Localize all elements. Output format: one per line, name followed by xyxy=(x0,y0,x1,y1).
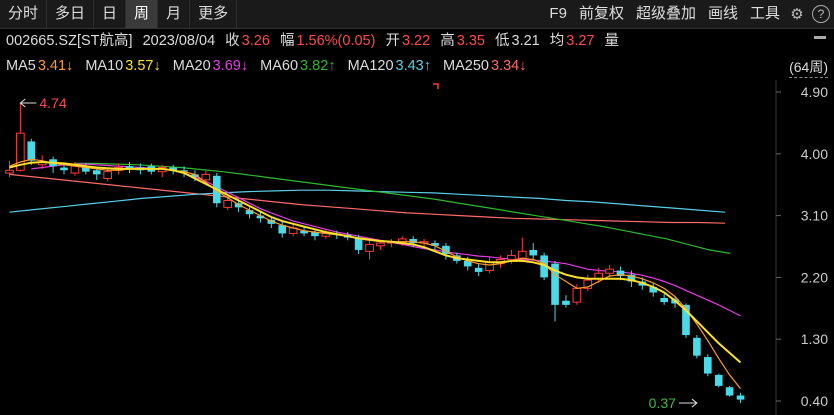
period-count[interactable]: (64周) xyxy=(789,57,828,78)
high-value: 3.35 xyxy=(456,33,485,49)
candle-body xyxy=(201,173,211,181)
ma20-label: MA20 xyxy=(172,58,211,74)
candle-body xyxy=(572,287,582,303)
ma-legend: MA5 3.41↓ MA10 3.57↓ MA20 3.69↓ MA60 3.82↑ M… xyxy=(6,56,534,76)
change-label: 幅 xyxy=(279,33,295,49)
tab-multi-day[interactable]: 多日 xyxy=(47,0,95,28)
ma5-value: 3.41↓ xyxy=(37,58,74,74)
candle-body xyxy=(223,199,233,208)
candle-body xyxy=(703,357,712,374)
y-tick-label: 4.90 xyxy=(801,84,828,100)
stock-code: 002665.SZ[ST航高] xyxy=(6,33,133,49)
close-label: 收 xyxy=(225,33,240,49)
ma250-value: 3.34↓ xyxy=(490,58,527,74)
open-label: 开 xyxy=(385,33,400,49)
candle-body xyxy=(485,261,494,272)
ma20-line xyxy=(31,163,741,317)
candle-body xyxy=(605,268,614,274)
candle-body xyxy=(376,242,385,247)
ma120-value: 3.43↑ xyxy=(395,58,431,74)
candle-body xyxy=(70,165,80,174)
toolbar: F9 前复权 超级叠加 画线 工具 ⚙ ? xyxy=(543,0,830,28)
crosshair-marker xyxy=(433,83,439,89)
ma10-line xyxy=(9,160,742,364)
volume-label: 量 xyxy=(604,33,620,49)
candle-body xyxy=(5,169,14,174)
f9-button[interactable]: F9 xyxy=(543,0,573,28)
y-tick-label: 0.40 xyxy=(801,393,828,409)
candle-body xyxy=(365,243,374,252)
candle-body xyxy=(736,395,745,400)
candle-body xyxy=(92,170,101,175)
candle-body xyxy=(507,254,516,261)
ma60-label: MA60 xyxy=(260,58,299,74)
change-value: 1.56%(0.05) xyxy=(296,33,376,49)
ma250-label: MA250 xyxy=(443,58,489,74)
avg-label: 均 xyxy=(549,33,565,49)
draw-line-button[interactable]: 画线 xyxy=(702,0,744,28)
candle-body xyxy=(60,167,68,171)
low-annotation-label: 0.37 xyxy=(649,395,676,411)
tab-monthly[interactable]: 月 xyxy=(158,0,191,28)
candle-body xyxy=(103,171,112,180)
tab-intraday[interactable]: 分时 xyxy=(0,0,48,28)
super-overlay-button[interactable]: 超级叠加 xyxy=(630,0,702,28)
ma60-value: 3.82↑ xyxy=(300,58,336,74)
close-value: 3.26 xyxy=(241,33,270,49)
quote-info-bar: 002665.SZ[ST航高] 2023/08/04 收 3.26 幅 1.56%(… xyxy=(6,30,625,52)
low-label: 低 xyxy=(495,33,510,49)
ma5-line xyxy=(9,158,741,389)
candle-body xyxy=(562,300,570,305)
tools-button[interactable]: 工具 xyxy=(744,0,786,28)
gear-icon[interactable]: ⚙ xyxy=(786,3,808,25)
ma120-label: MA120 xyxy=(347,58,394,74)
tab-weekly[interactable]: 周 xyxy=(126,0,159,28)
open-value: 3.22 xyxy=(401,33,431,49)
candle-body xyxy=(474,267,483,272)
candlestick-chart[interactable]: 4.90 4.00 3.10 2.20 1.30 0.40 4.74 0.37 xyxy=(0,80,834,415)
forward-adjust-button[interactable]: 前复权 xyxy=(573,0,630,28)
ma5-label: MA5 xyxy=(6,58,36,74)
ma250-line xyxy=(9,173,726,224)
y-tick-label: 4.00 xyxy=(801,146,828,162)
candle-body xyxy=(660,298,668,303)
y-tick-label: 3.10 xyxy=(801,208,828,224)
candle-body xyxy=(517,250,527,259)
ma10-value: 3.57↓ xyxy=(125,58,161,74)
period-tab-bar: 分时 多日 日 周 月 更多 F9 前复权 超级叠加 画线 工具 ⚙ ? xyxy=(0,0,834,29)
tab-more[interactable]: 更多 xyxy=(190,0,238,28)
candle-body xyxy=(725,387,734,396)
y-tick-label: 2.20 xyxy=(801,269,828,285)
help-icon[interactable]: ? xyxy=(812,5,830,23)
candle-body xyxy=(714,374,723,386)
ma120-line xyxy=(9,189,726,213)
quote-date: 2023/08/04 xyxy=(142,33,216,49)
candle-body xyxy=(27,141,36,161)
high-label: 高 xyxy=(440,33,455,49)
candle-body xyxy=(529,249,538,256)
high-annotation-label: 4.74 xyxy=(39,95,66,111)
candle-body xyxy=(693,337,701,356)
ma20-value: 3.69↓ xyxy=(212,58,249,74)
y-tick-label: 1.30 xyxy=(801,331,828,347)
tab-daily[interactable]: 日 xyxy=(94,0,127,28)
low-value: 3.21 xyxy=(511,33,540,49)
ma10-label: MA10 xyxy=(85,58,124,74)
minimize-icon[interactable] xyxy=(814,36,826,39)
avg-value: 3.27 xyxy=(566,33,595,49)
